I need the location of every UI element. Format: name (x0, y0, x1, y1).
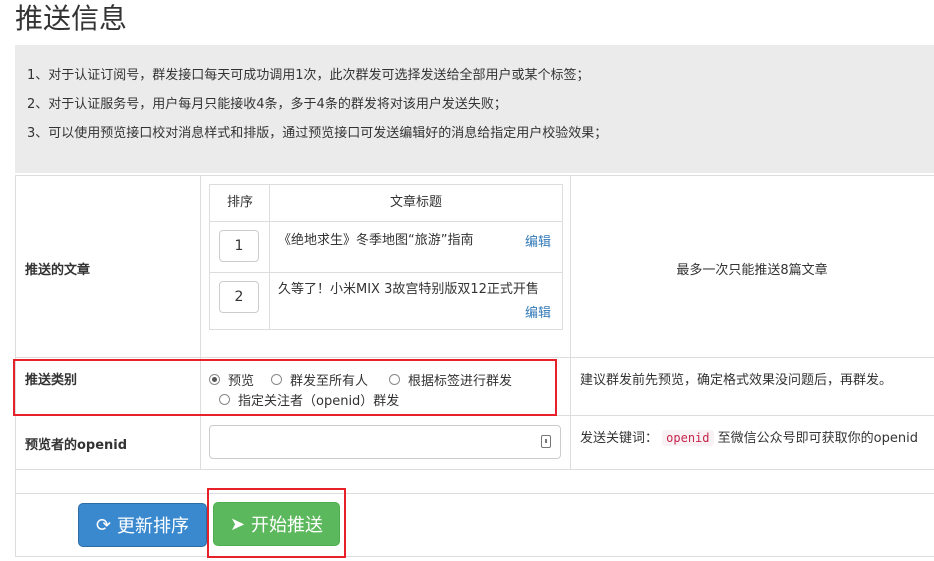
divider (15, 357, 934, 358)
refresh-icon: ⟳ (95, 514, 112, 536)
edit-link[interactable]: 编辑 (525, 302, 551, 321)
page-title: 推送信息 (15, 2, 128, 35)
divider (15, 493, 934, 494)
column-header-order: 排序 (226, 195, 253, 210)
refresh-order-label: 更新排序 (117, 516, 190, 537)
push-type-hint: 建议群发前先预览，确定格式效果没问题后，再群发。 (580, 373, 893, 388)
divider (15, 415, 934, 416)
articles-hint: 最多一次只能推送8篇文章 (676, 263, 828, 278)
push-form: 推送的文章 排序 文章标题 1 《绝地求生》冬季地图“旅游”指南 编辑 2 久等… (13, 175, 934, 558)
articles-label: 推送的文章 (25, 263, 91, 278)
radio-icon (271, 374, 282, 385)
radio-label: 预览 (228, 374, 255, 389)
order-input[interactable]: 2 (219, 281, 259, 313)
notice-line: 2、对于认证服务号，用户每月只能接收4条，多于4条的群发将对该用户发送失败； (27, 97, 507, 112)
order-input[interactable]: 1 (219, 230, 259, 262)
openid-hint: 发送关键词： openid 至微信公众号即可获取你的openid (580, 427, 918, 446)
article-title: 久等了！小米MIX 3故宫特别版双12正式开售 (278, 282, 539, 297)
divider (570, 175, 571, 469)
key-icon (541, 435, 551, 448)
openid-input[interactable] (209, 425, 561, 459)
refresh-order-button[interactable]: ⟳ 更新排序 (78, 503, 207, 547)
start-push-label: 开始推送 (251, 515, 324, 536)
start-push-button[interactable]: ➤ 开始推送 (213, 502, 340, 546)
divider (15, 469, 934, 470)
divider (269, 185, 270, 329)
divider (200, 175, 201, 469)
openid-label: 预览者的openid (25, 438, 128, 453)
push-type-label: 推送类别 (25, 373, 78, 388)
edit-link[interactable]: 编辑 (525, 231, 551, 250)
notice-panel: 1、对于认证订阅号，群发接口每天可成功调用1次，此次群发可选择发送给全部用户或某… (15, 45, 934, 173)
radio-preview[interactable]: 预览 (209, 370, 254, 389)
divider (15, 175, 16, 557)
notice-line: 1、对于认证订阅号，群发接口每天可成功调用1次，此次群发可选择发送给全部用户或某… (27, 68, 590, 83)
notice-line: 3、可以使用预览接口校对消息样式和排版，通过预览接口可发送编辑好的消息给指定用户… (27, 126, 608, 141)
radio-by-tag[interactable]: 根据标签进行群发 (389, 370, 512, 389)
radio-all-users[interactable]: 群发至所有人 (271, 370, 368, 389)
radio-label: 根据标签进行群发 (408, 374, 513, 389)
radio-by-openid[interactable]: 指定关注者（openid）群发 (219, 390, 399, 409)
divider (210, 272, 562, 273)
column-header-title: 文章标题 (389, 195, 442, 210)
article-title: 《绝地求生》冬季地图“旅游”指南 (278, 233, 474, 248)
openid-hint-suffix: 至微信公众号即可获取你的openid (717, 431, 918, 446)
radio-icon (219, 394, 230, 405)
radio-label: 指定关注者（openid）群发 (238, 394, 400, 409)
articles-table: 排序 文章标题 1 《绝地求生》冬季地图“旅游”指南 编辑 2 久等了！小米MI… (209, 184, 563, 330)
divider (210, 221, 562, 222)
divider (15, 175, 934, 176)
send-icon: ➤ (229, 513, 246, 535)
divider (15, 556, 934, 557)
openid-hint-prefix: 发送关键词： (580, 431, 659, 446)
radio-checked-icon (209, 374, 220, 385)
radio-label: 群发至所有人 (290, 374, 369, 389)
openid-keyword: openid (662, 430, 714, 446)
radio-icon (389, 374, 400, 385)
